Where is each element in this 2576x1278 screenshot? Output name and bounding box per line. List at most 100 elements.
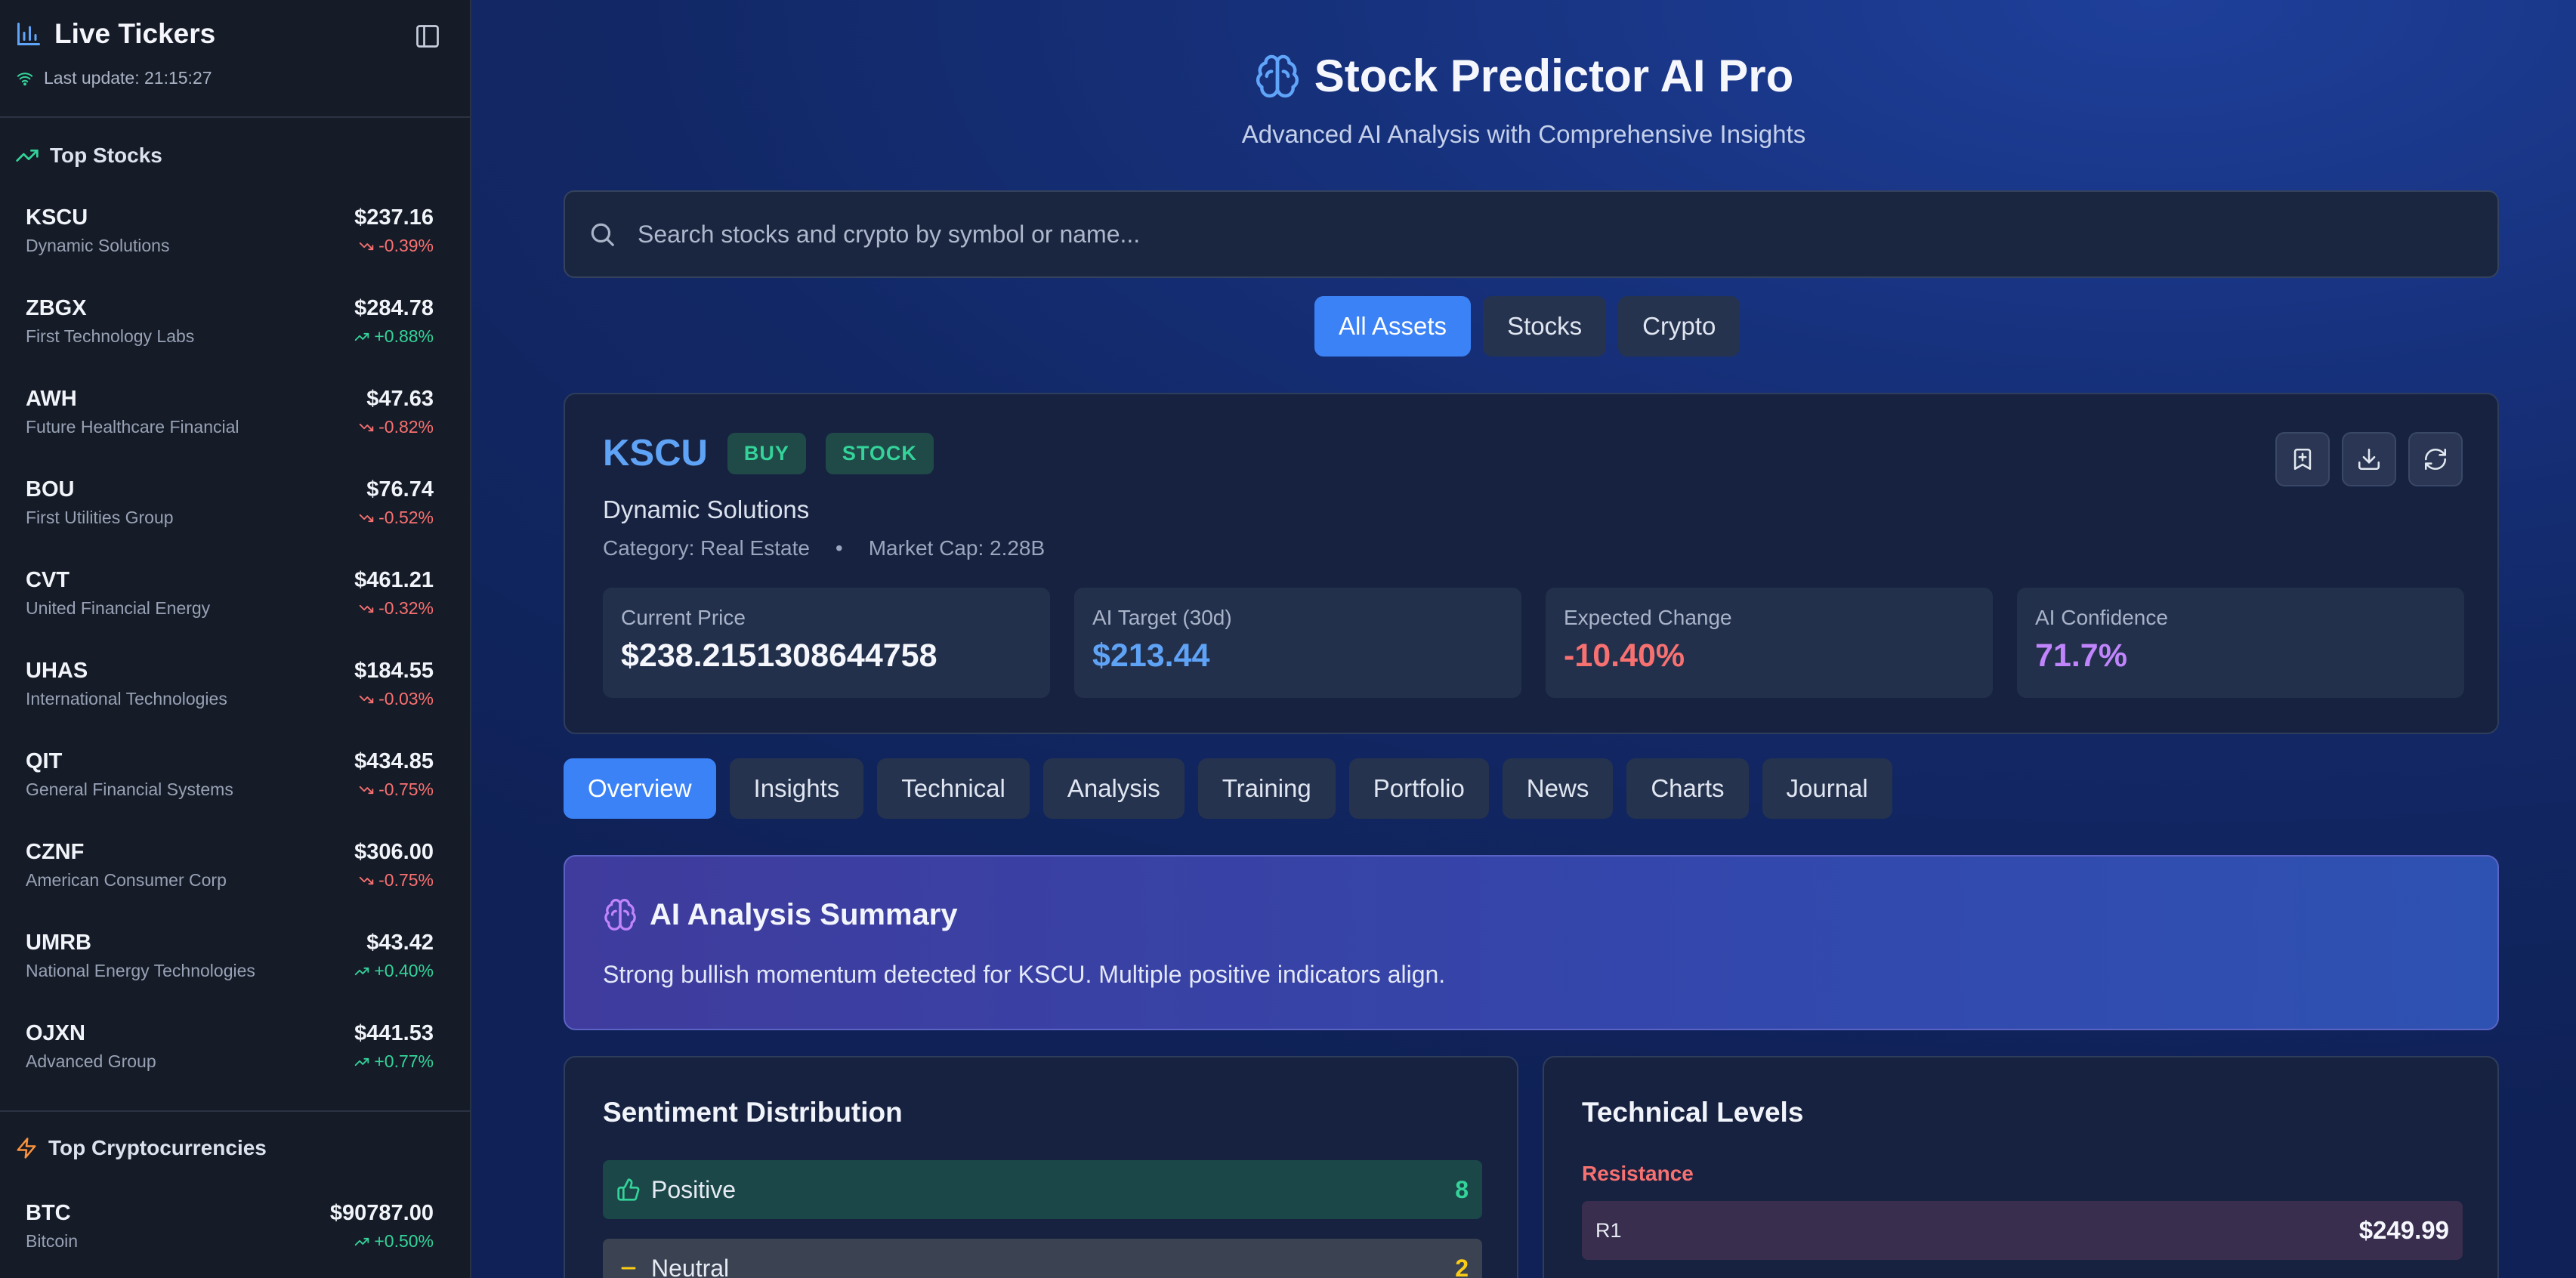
ticker-name: First Utilities Group [26, 508, 174, 527]
refresh-button[interactable] [2408, 432, 2463, 486]
tab-portfolio[interactable]: Portfolio [1348, 758, 1489, 819]
ticker-item-uhas[interactable]: UHAS International Technologies $184.55 -0.… [0, 650, 470, 740]
ticker-name: United Financial Energy [26, 598, 211, 618]
tab-training[interactable]: Training [1197, 758, 1336, 819]
ticker-change-value: -0.52% [378, 508, 434, 527]
search-bar[interactable] [564, 190, 2499, 278]
tab-overview[interactable]: Overview [564, 758, 716, 819]
ticker-change-value: -0.03% [378, 689, 434, 708]
ticker-name: American Consumer Corp [26, 870, 227, 890]
asset-header: KSCU BUY STOCK [603, 432, 934, 474]
ticker-item-qit[interactable]: QIT General Financial Systems $434.85 -0.75… [0, 740, 470, 831]
ticker-item-kscu[interactable]: KSCU Dynamic Solutions $237.16 -0.39% [0, 196, 470, 287]
ticker-item-cvt[interactable]: CVT United Financial Energy $461.21 -0.32% [0, 559, 470, 650]
trending-down-icon [359, 601, 374, 616]
ticker-change-value: +0.88% [374, 326, 434, 346]
sentiment-row-positive: Positive 8 [603, 1160, 1482, 1219]
ticker-symbol: UHAS [26, 659, 88, 683]
ticker-name: National Energy Technologies [26, 961, 255, 980]
ticker-item-btc[interactable]: BTC Bitcoin $90787.00 +0.50% [0, 1192, 470, 1278]
trending-up-icon [354, 1054, 369, 1070]
ticker-change: +0.40% [354, 961, 434, 981]
ticker-price: $47.63 [366, 387, 434, 411]
signal-badge: BUY [727, 432, 806, 474]
ticker-price: $90787.00 [329, 1201, 434, 1225]
analysis-tabs: Overview Insights Technical Analysis Trainin… [564, 758, 1892, 819]
lightning-icon [17, 1138, 36, 1159]
stat-label: Expected Change [1564, 606, 1732, 629]
tab-insights[interactable]: Insights [729, 758, 864, 819]
tab-news[interactable]: News [1502, 758, 1614, 819]
crypto-ticker-list: BTC Bitcoin $90787.00 +0.50% [0, 1192, 470, 1278]
trending-up-icon [16, 150, 39, 162]
ticker-change: +0.50% [354, 1231, 434, 1252]
search-input[interactable] [636, 219, 2449, 249]
ticker-change-value: +0.40% [374, 961, 434, 980]
stat-value: $238.2151308644758 [621, 637, 937, 674]
filter-stocks[interactable]: Stocks [1483, 296, 1607, 357]
filter-crypto[interactable]: Crypto [1618, 296, 1740, 357]
asset-meta: Category: Real Estate • Market Cap: 2.28… [603, 536, 1045, 560]
asset-stats: Current Price $238.2151308644758 AI Target… [603, 588, 2464, 698]
resistance-level-row: R1 $249.99 [1582, 1201, 2463, 1260]
ticker-change: -0.82% [359, 417, 434, 437]
stat-value: $213.44 [1092, 637, 1210, 674]
ticker-change-value: -0.39% [378, 236, 434, 255]
ticker-item-ojxn[interactable]: OJXN Advanced Group $441.53 +0.77% [0, 1012, 470, 1103]
sidebar-title: Live Tickers [54, 18, 216, 49]
ticker-change-value: +0.50% [374, 1231, 434, 1251]
ticker-item-umrb[interactable]: UMRB National Energy Technologies $43.42 +0… [0, 921, 470, 1012]
stat-card-ai-target-30d: AI Target (30d) $213.44 [1074, 588, 1521, 698]
ticker-item-cznf[interactable]: CZNF American Consumer Corp $306.00 -0.75% [0, 831, 470, 921]
main-content: Stock Predictor AI Pro Advanced AI Analy… [471, 0, 2576, 1278]
trending-down-icon [359, 692, 374, 707]
ticker-change: +0.88% [354, 326, 434, 347]
ticker-change-value: +0.77% [374, 1051, 434, 1071]
ticker-symbol: CZNF [26, 840, 85, 864]
tab-charts[interactable]: Charts [1626, 758, 1749, 819]
ticker-item-zbgx[interactable]: ZBGX First Technology Labs $284.78 +0.88% [0, 287, 470, 378]
sidebar: Live Tickers Last update: 21:15:27 Top S… [0, 0, 471, 1278]
ai-summary-text: Strong bullish momentum detected for KSC… [603, 961, 1446, 988]
ai-summary-title: AI Analysis Summary [650, 897, 958, 931]
app-title-row: Stock Predictor AI Pro [1254, 50, 1794, 102]
tab-journal[interactable]: Journal [1762, 758, 1892, 819]
ticker-symbol: UMRB [26, 931, 91, 955]
ticker-change-value: -0.75% [378, 779, 434, 799]
ticker-symbol: BOU [26, 477, 75, 502]
stat-card-current-price: Current Price $238.2151308644758 [603, 588, 1050, 698]
app-subtitle: Advanced AI Analysis with Comprehensive … [1241, 119, 1806, 148]
ticker-symbol: QIT [26, 749, 63, 773]
top-crypto-title: Top Cryptocurrencies [48, 1136, 267, 1159]
ticker-price: $434.85 [354, 749, 434, 773]
ticker-change-value: -0.82% [378, 417, 434, 437]
download-button[interactable] [2342, 432, 2396, 486]
asset-filter-group: All Assets Stocks Crypto [1314, 296, 1740, 357]
sidebar-header: Live Tickers Last update: 21:15:27 [0, 0, 470, 118]
top-stocks-heading: Top Stocks [0, 144, 178, 168]
asset-card: KSCU BUY STOCK Dynamic Solutions Categor… [564, 393, 2499, 734]
ticker-name: International Technologies [26, 689, 227, 708]
sentiment-title: Sentiment Distribution [603, 1097, 903, 1128]
ticker-change-value: -0.75% [378, 870, 434, 890]
ticker-item-awh[interactable]: AWH Future Healthcare Financial $47.63 -0.8… [0, 378, 470, 468]
filter-all-assets[interactable]: All Assets [1314, 296, 1472, 357]
stat-label: Current Price [621, 606, 746, 629]
ticker-price: $43.42 [366, 931, 434, 955]
bookmark-button[interactable] [2275, 432, 2330, 486]
sentiment-count: 8 [1455, 1175, 1469, 1203]
ticker-name: Bitcoin [26, 1231, 79, 1251]
ticker-change: -0.75% [359, 870, 434, 891]
brain-icon [1256, 54, 1299, 97]
tab-analysis[interactable]: Analysis [1042, 758, 1185, 819]
sidebar-toggle-icon[interactable] [414, 23, 441, 50]
ticker-name: Advanced Group [26, 1051, 156, 1071]
trending-down-icon [359, 239, 374, 254]
tab-technical[interactable]: Technical [877, 758, 1030, 819]
last-update-text: Last update: 21:15:27 [44, 68, 212, 88]
ticker-price: $284.78 [354, 296, 434, 320]
app-title: Stock Predictor AI Pro [1314, 51, 1794, 101]
top-crypto-heading: Top Cryptocurrencies [0, 1136, 282, 1160]
ticker-item-bou[interactable]: BOU First Utilities Group $76.74 -0.52% [0, 468, 470, 559]
level-name: R1 [1595, 1218, 1622, 1242]
